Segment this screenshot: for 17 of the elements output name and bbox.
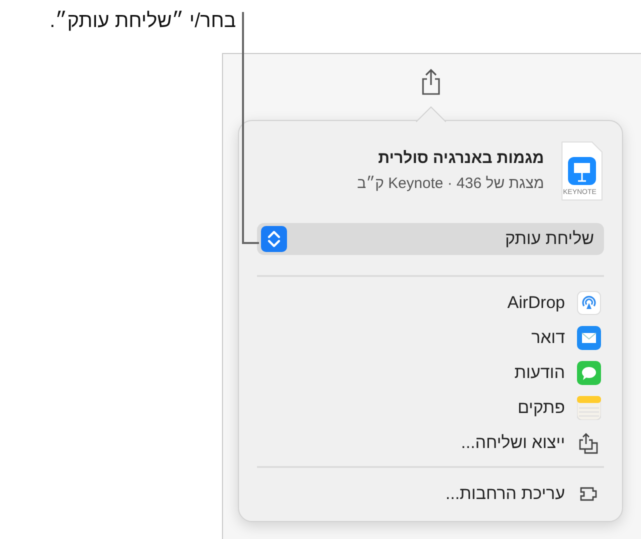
file-title: מגמות באנרגיה סולרית — [377, 149, 544, 169]
menu-item[interactable]: עריכת הרחבות... — [257, 476, 604, 511]
menu-item[interactable]: AirDrop — [257, 285, 604, 320]
keynote-file-icon — [560, 141, 604, 201]
menu-item[interactable]: פתקים — [257, 390, 604, 425]
menu-item[interactable]: הודעות — [257, 355, 604, 390]
share-icon[interactable] — [420, 68, 442, 96]
menu-item[interactable]: דואר — [257, 320, 604, 355]
stepper-icon — [261, 226, 287, 252]
callout-text: בחר/י ״שליחת עותק״. — [50, 9, 236, 34]
airdrop-icon — [577, 290, 601, 314]
send-copy-dropdown[interactable]: שליחת עותק — [257, 223, 604, 255]
notes-icon — [577, 396, 601, 420]
file-details: מצגת של Keynote · 436 ק״ב — [357, 174, 544, 194]
mail-icon — [577, 326, 601, 350]
messages-icon — [577, 360, 601, 384]
menu-item[interactable]: ייצוא ושליחה... — [257, 425, 604, 460]
